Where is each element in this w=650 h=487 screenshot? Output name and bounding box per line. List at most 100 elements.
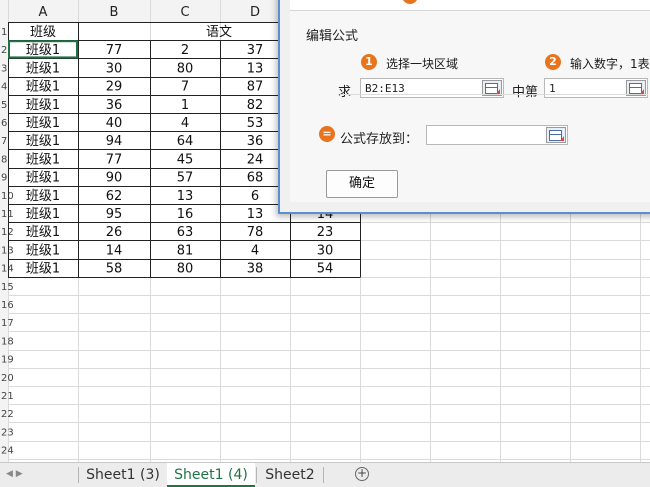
step2-number-badge: 2 [545,54,561,70]
column-header-a: A [39,5,48,20]
table-cell: 45 [177,152,194,167]
table-cell: 13 [247,207,264,222]
table-cell: 82 [247,98,264,113]
row-number: 9 [1,173,7,184]
table-cell: 7 [181,80,189,95]
table-cell: 87 [247,80,264,95]
row-number: 15 [1,282,14,293]
table-cell: 30 [317,243,334,258]
step1-number-badge: 1 [361,54,377,70]
edit-formula-dialog: 编辑公式 1 选择一块区域 2 输入数字，1表示 求 B2:E13 中第 1 个… [278,0,650,214]
ok-button[interactable]: 确定 [326,170,398,198]
table-cell: 63 [177,225,194,240]
middle-label: 中第 [512,85,539,100]
row-number: 19 [1,355,14,366]
row-number: 2 [1,45,7,56]
row-number: 7 [1,136,7,147]
table-cell: 40 [106,116,123,131]
row-number: 11 [1,209,14,220]
table-cell: 16 [177,207,194,222]
sheet-tab-1[interactable]: Sheet1 (4) [167,463,255,487]
header-cell-class: 班级 [30,25,56,40]
table-cell: 94 [106,134,123,149]
dialog-top-strip [290,0,650,11]
sheet-tab-2[interactable]: Sheet2 [258,463,322,487]
row-number: 13 [1,245,14,256]
table-cell: 班级1 [26,152,60,167]
header-cell-chinese: 语文 [206,25,232,40]
row-number: 6 [1,118,7,129]
table-cell: 班级1 [26,243,60,258]
step2-label: 输入数字，1表示 [570,57,650,71]
table-cell: 90 [106,171,123,186]
table-cell: 58 [106,262,123,277]
sheet-tab-bar: ◀ ▶ Sheet1 (3) Sheet1 (4) Sheet2 + [0,462,650,487]
add-sheet-icon[interactable]: + [355,467,369,481]
table-cell: 57 [177,171,194,186]
table-cell: 68 [247,171,264,186]
table-cell: 班级1 [26,43,60,58]
table-cell: 6 [251,189,259,204]
row-number: 3 [1,63,7,74]
table-cell: 班级1 [26,262,60,277]
row-number: 14 [1,264,14,275]
tab-scroll-left-icon[interactable]: ◀ ▶ [6,469,23,479]
table-cell: 4 [181,116,189,131]
table-cell: 77 [106,43,123,58]
row-number: 5 [1,100,7,111]
table-cell: 班级1 [26,61,60,76]
row-number: 23 [1,427,14,438]
dialog-title: 编辑公式 [306,29,359,44]
table-cell: 2 [181,43,189,58]
table-cell: 班级1 [26,171,60,186]
table-cell: 80 [177,262,194,277]
table-cell: 班级1 [26,134,60,149]
table-cell: 班级1 [26,98,60,113]
column-header-c: C [180,5,189,20]
column-header-b: B [110,5,119,20]
table-cell: 班级1 [26,225,60,240]
table-cell: 78 [247,225,264,240]
table-cell: 80 [177,61,194,76]
table-cell: 54 [317,262,334,277]
sheet-tab-0[interactable]: Sheet1 (3) [80,463,166,487]
table-cell: 班级1 [26,189,60,204]
row-number: 10 [1,191,14,202]
table-cell: 36 [247,134,264,149]
find-label: 求 [338,85,352,100]
table-cell: 37 [247,43,264,58]
table-cell: 81 [177,243,194,258]
row-number: 18 [1,336,14,347]
row-number: 12 [1,227,14,238]
step1-label: 选择一块区域 [386,57,459,71]
row-number: 17 [1,318,14,329]
table-cell: 23 [317,225,334,240]
table-cell: 13 [247,61,264,76]
table-cell: 24 [247,152,264,167]
row-number: 24 [1,446,14,457]
table-cell: 77 [106,152,123,167]
output-select-button[interactable] [546,127,566,143]
table-cell: 13 [177,189,194,204]
table-cell: 26 [106,225,123,240]
table-cell: 30 [106,61,123,76]
table-cell: 14 [106,243,123,258]
table-cell: 29 [106,80,123,95]
equals-icon: = [319,126,335,142]
table-cell: 62 [106,189,123,204]
table-cell: 64 [177,134,194,149]
table-cell: 36 [106,98,123,113]
row-number: 22 [1,409,14,420]
table-cell: 班级1 [26,116,60,131]
table-cell: 53 [247,116,264,131]
output-label: 公式存放到： [340,132,419,147]
dialog-divider [340,94,648,95]
row-number: 20 [1,373,14,384]
table-cell: 38 [247,262,264,277]
table-cell: 1 [181,98,189,113]
table-cell: 95 [106,207,123,222]
row-number: 4 [1,82,7,93]
table-cell: 班级1 [26,80,60,95]
column-header-d: D [250,5,260,20]
row-number: 8 [1,154,7,165]
